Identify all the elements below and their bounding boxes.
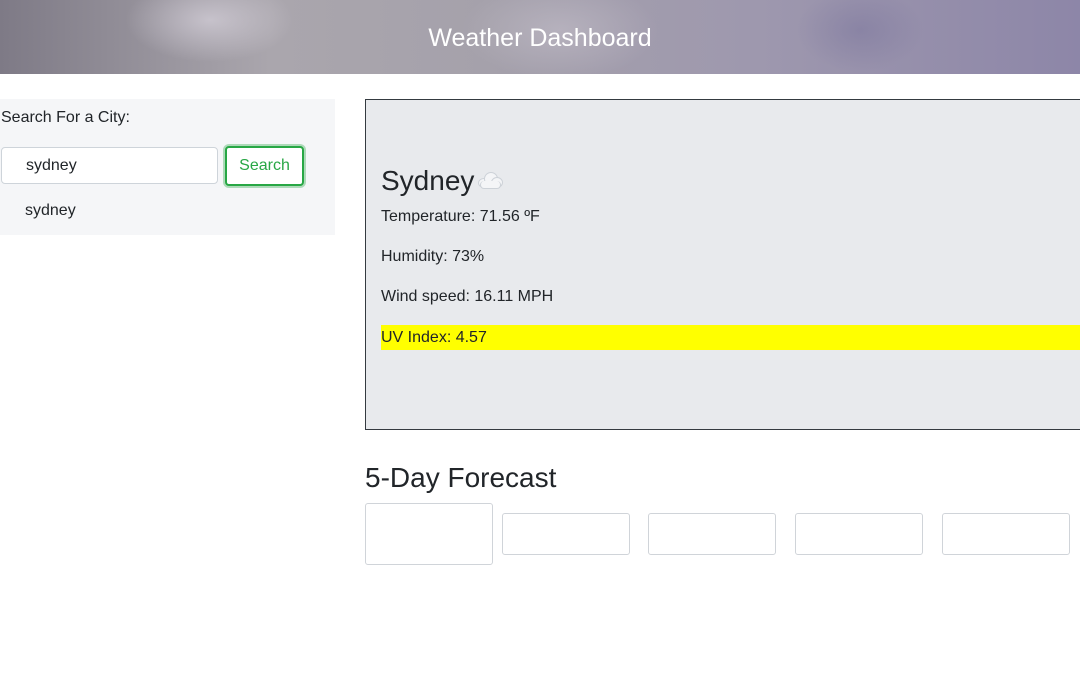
wind-speed-text: Wind speed: 16.11 MPH xyxy=(381,288,554,305)
city-search-input[interactable] xyxy=(1,147,218,184)
forecast-card xyxy=(365,503,493,565)
search-button[interactable]: Search xyxy=(225,146,304,186)
current-weather-card: Sydney Temperature: 71.56 ºF Humidity: 7… xyxy=(365,99,1080,430)
temperature-text: Temperature: 71.56 ºF xyxy=(381,208,540,225)
forecast-card xyxy=(648,513,776,555)
page-title: Weather Dashboard xyxy=(428,24,652,52)
forecast-card xyxy=(795,513,923,555)
city-heading: Sydney xyxy=(381,164,504,198)
forecast-heading: 5-Day Forecast xyxy=(365,462,557,493)
city-name: Sydney xyxy=(381,165,475,196)
uv-index-badge: UV Index: 4.57 xyxy=(381,325,1080,350)
cloud-icon xyxy=(476,170,504,190)
forecast-card xyxy=(502,513,630,555)
humidity-text: Humidity: 73% xyxy=(381,248,485,265)
search-label: Search For a City: xyxy=(1,109,130,126)
search-panel: Search For a City: Search sydney xyxy=(0,99,335,235)
forecast-card xyxy=(942,513,1070,555)
header-banner: Weather Dashboard xyxy=(0,0,1080,74)
search-history-item[interactable]: sydney xyxy=(25,202,76,220)
